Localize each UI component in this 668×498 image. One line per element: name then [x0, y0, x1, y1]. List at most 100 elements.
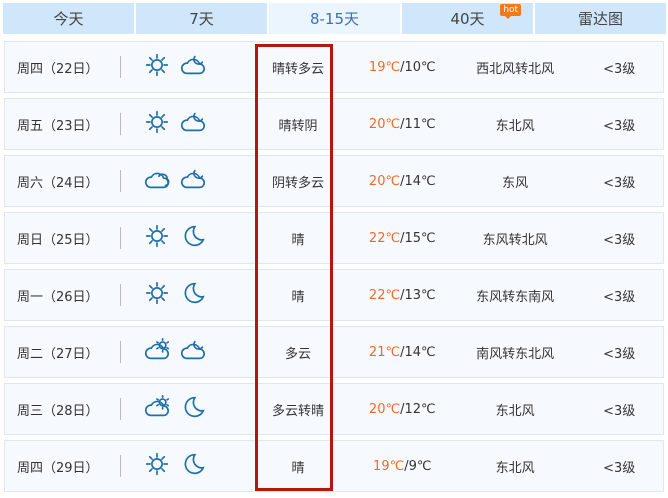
wind-direction: 南风转东北风	[476, 346, 555, 362]
weather-icons	[143, 279, 246, 311]
moon-icon	[179, 393, 207, 425]
tab-label: 7天	[189, 10, 214, 28]
forecast-row: 周五（23日） 晴转阴 20℃/11℃ 东北风 <3级	[4, 98, 664, 150]
tab-0[interactable]: 今天	[3, 3, 134, 34]
tab-label: 40天	[450, 10, 485, 28]
low-temp: /9℃	[404, 458, 432, 474]
tab-2[interactable]: 8-15天	[269, 3, 400, 34]
wind-direction: 东北风	[495, 403, 535, 419]
wind-level: <3级	[603, 118, 636, 134]
sun-cloud-icon	[143, 393, 171, 425]
high-temp: 19℃	[368, 59, 401, 75]
temperature: 19℃/9℃	[350, 459, 455, 474]
divider	[120, 341, 122, 363]
temperature: 20℃/14℃	[350, 174, 455, 189]
wind-direction: 东北风	[495, 460, 535, 476]
moon-icon	[179, 279, 207, 311]
high-temp: 19℃	[373, 458, 405, 474]
divider	[120, 284, 122, 306]
wind-direction: 东风转东南风	[476, 289, 555, 305]
weather-description-highlight	[255, 44, 333, 491]
weather-icons	[143, 336, 246, 368]
wind-direction: 东风	[502, 175, 529, 191]
wind-direction: 东风转北风	[482, 232, 548, 248]
divider	[120, 113, 122, 135]
low-temp: /11℃	[400, 116, 436, 132]
forecast-row: 周三（28日） 多云转晴 20℃/12℃ 东北风 <3级	[4, 383, 664, 435]
tab-label: 今天	[53, 10, 84, 28]
cloud-moon-icon	[179, 108, 207, 140]
tab-4[interactable]: 雷达图	[535, 3, 666, 34]
temperature: 21℃/14℃	[350, 345, 455, 360]
forecast-list: 周四（22日） 晴转多云 19℃/10℃ 西北风转北风 <3级 周五（23日） 晴…	[4, 41, 664, 497]
divider	[120, 455, 122, 477]
weather-icons	[143, 450, 246, 482]
temperature: 22℃/13℃	[350, 288, 455, 303]
divider	[120, 56, 122, 78]
divider	[120, 170, 122, 192]
divider	[120, 398, 122, 420]
weather-icons	[143, 165, 246, 197]
forecast-row: 周日（25日） 晴 22℃/15℃ 东风转北风 <3级	[4, 212, 664, 264]
temperature: 19℃/10℃	[350, 60, 455, 75]
sun-icon	[143, 222, 171, 254]
moon-icon	[179, 450, 207, 482]
sun-icon	[143, 279, 171, 311]
wind-level: <3级	[603, 61, 636, 77]
high-temp: 20℃	[368, 401, 401, 417]
wind-direction: 东北风	[495, 118, 535, 134]
cloud-icon	[143, 165, 171, 197]
high-temp: 20℃	[368, 173, 401, 189]
weather-icons	[143, 108, 246, 140]
wind-level: <3级	[603, 289, 636, 305]
cloud-moon-icon	[179, 51, 207, 83]
cloud-moon-icon	[179, 336, 207, 368]
tab-1[interactable]: 7天	[136, 3, 267, 34]
wind-level: <3级	[603, 232, 636, 248]
day-date: 周四（22日）	[17, 61, 99, 77]
sun-icon	[143, 51, 171, 83]
wind-direction: 西北风转北风	[476, 61, 555, 77]
day-date: 周二（27日）	[17, 346, 99, 362]
low-temp: /14℃	[400, 344, 436, 360]
day-date: 周日（25日）	[17, 232, 99, 248]
cloud-moon-icon	[179, 165, 207, 197]
low-temp: /13℃	[400, 287, 436, 303]
sun-cloud-icon	[143, 336, 171, 368]
weather-icons	[143, 51, 246, 83]
forecast-row: 周四（29日） 晴 19℃/9℃ 东北风 <3级	[4, 440, 664, 492]
forecast-row: 周四（22日） 晴转多云 19℃/10℃ 西北风转北风 <3级	[4, 41, 664, 93]
wind-level: <3级	[603, 346, 636, 362]
low-temp: /10℃	[400, 59, 436, 75]
low-temp: /15℃	[400, 230, 436, 246]
temperature: 20℃/11℃	[350, 117, 455, 132]
temperature: 20℃/12℃	[350, 402, 455, 417]
tab-label: 雷达图	[577, 10, 623, 28]
high-temp: 22℃	[368, 287, 401, 303]
divider	[120, 227, 122, 249]
sun-icon	[143, 450, 171, 482]
hot-badge: hot	[500, 4, 521, 19]
sun-icon	[143, 108, 171, 140]
day-date: 周四（29日）	[17, 460, 99, 476]
low-temp: /12℃	[400, 401, 436, 417]
day-date: 周六（24日）	[17, 175, 99, 191]
wind-level: <3级	[603, 403, 636, 419]
moon-icon	[179, 222, 207, 254]
tab-3[interactable]: 40天 hot	[402, 3, 533, 34]
forecast-row: 周一（26日） 晴 22℃/13℃ 东风转东南风 <3级	[4, 269, 664, 321]
high-temp: 22℃	[368, 230, 401, 246]
weather-icons	[143, 393, 246, 425]
tab-label: 8-15天	[309, 10, 360, 28]
wind-level: <3级	[603, 460, 636, 476]
wind-level: <3级	[603, 175, 636, 191]
low-temp: /14℃	[400, 173, 436, 189]
weather-icons	[143, 222, 246, 254]
high-temp: 21℃	[368, 344, 401, 360]
high-temp: 20℃	[368, 116, 401, 132]
day-date: 周一（26日）	[17, 289, 99, 305]
forecast-row: 周二（27日） 多云 21℃/14℃ 南风转东北风 <3级	[4, 326, 664, 378]
forecast-tabs: 今天 7天 8-15天 40天 hot 雷达图	[3, 3, 666, 34]
temperature: 22℃/15℃	[350, 231, 455, 246]
day-date: 周三（28日）	[17, 403, 99, 419]
